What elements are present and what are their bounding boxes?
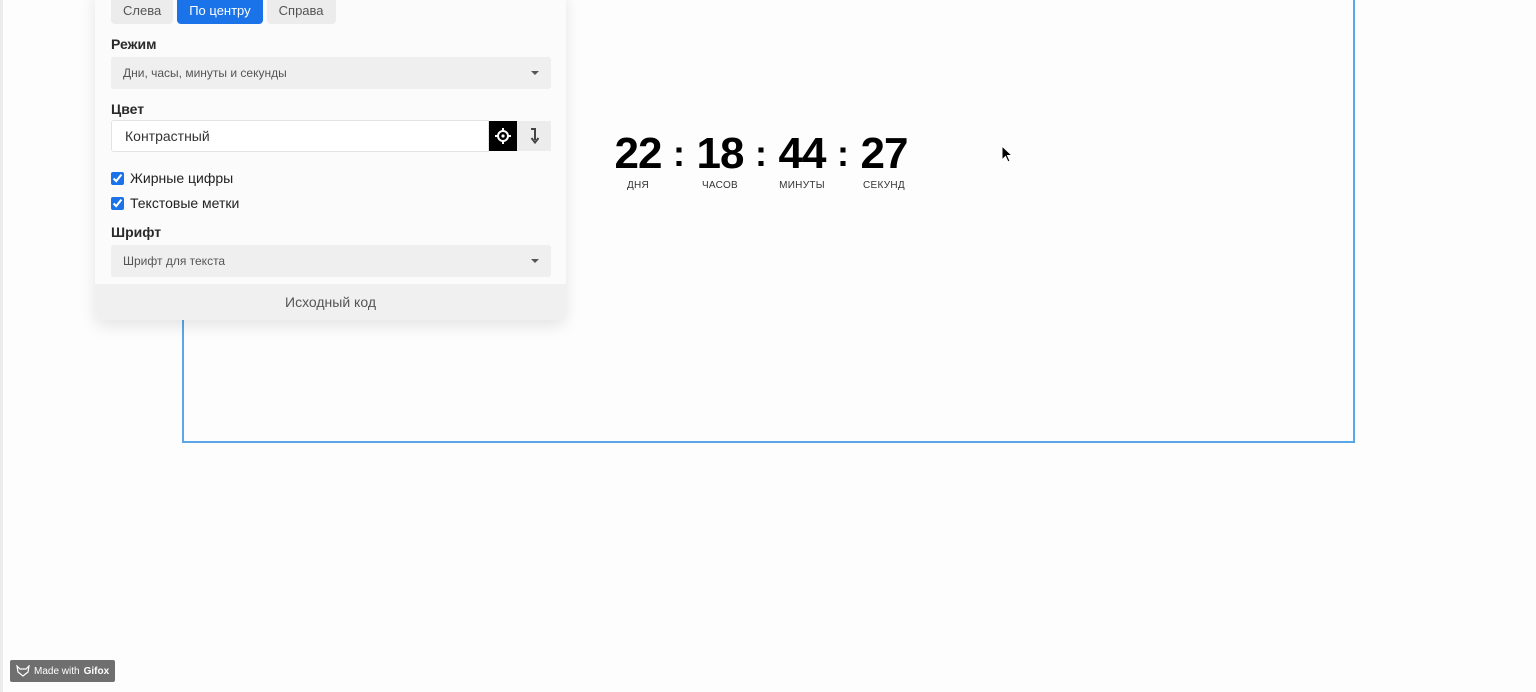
alignment-segmented-control: Слева По центру Справа — [111, 0, 336, 24]
timer-days: 22 ДНЯ — [608, 128, 668, 191]
seconds-value: 27 — [860, 129, 909, 178]
fox-logo-icon — [16, 665, 30, 677]
days-value: 22 — [614, 129, 663, 178]
text-labels-checkbox-row[interactable]: Текстовые метки — [111, 195, 239, 211]
hours-label: ЧАСОВ — [701, 180, 739, 191]
page-left-edge — [0, 0, 3, 692]
watermark-prefix: Made with — [34, 665, 80, 677]
minutes-value: 44 — [778, 129, 827, 178]
bold-digits-checkbox[interactable] — [111, 171, 124, 185]
timer-separator: : — [837, 133, 849, 174]
minutes-label: МИНУТЫ — [779, 180, 825, 191]
align-left-button[interactable]: Слева — [111, 0, 174, 24]
chevron-down-icon — [531, 259, 539, 263]
days-label: ДНЯ — [626, 180, 650, 191]
hours-value: 18 — [696, 129, 745, 178]
source-code-button[interactable]: Исходный код — [95, 284, 566, 320]
timer-minutes: 44 МИНУТЫ — [772, 128, 832, 191]
timer-hours: 18 ЧАСОВ — [690, 128, 750, 191]
color-picker-button[interactable] — [489, 121, 517, 151]
mode-label: Режим — [111, 36, 157, 52]
crosshair-icon — [495, 128, 511, 144]
mode-select[interactable]: Дни, часы, минуты и секунды — [111, 57, 551, 89]
timer-separator: : — [673, 133, 685, 174]
bold-digits-label: Жирные цифры — [130, 170, 234, 186]
text-labels-checkbox[interactable] — [111, 196, 124, 210]
mode-select-value: Дни, часы, минуты и секунды — [123, 66, 287, 80]
watermark-brand: Gifox — [83, 665, 110, 677]
settings-panel: Слева По центру Справа Режим Дни, часы, … — [95, 0, 566, 320]
font-select-value: Шрифт для текста — [123, 254, 226, 268]
align-right-button[interactable]: Справа — [266, 0, 336, 24]
timer-separator: : — [755, 133, 767, 174]
align-center-button[interactable]: По центру — [177, 0, 263, 24]
mouse-cursor-icon — [1001, 145, 1013, 163]
chevron-down-icon — [531, 71, 539, 75]
color-dropdown-button[interactable] — [517, 121, 551, 151]
seconds-label: СЕКУНД — [863, 180, 905, 191]
font-select[interactable]: Шрифт для текста — [111, 245, 551, 277]
color-label: Цвет — [111, 101, 145, 117]
font-label: Шрифт — [111, 224, 162, 240]
bold-digits-checkbox-row[interactable]: Жирные цифры — [111, 170, 233, 186]
text-labels-label: Текстовые метки — [130, 195, 240, 211]
gifox-watermark: Made with Gifox — [10, 660, 115, 682]
arrow-down-icon — [530, 128, 539, 144]
color-field-value: Контрастный — [125, 128, 210, 144]
countdown-timer: 22 ДНЯ : 18 ЧАСОВ : 44 МИНУТЫ : 27 СЕКУН… — [608, 128, 914, 191]
timer-seconds: 27 СЕКУНД — [854, 128, 914, 191]
color-field[interactable]: Контрастный — [111, 120, 489, 152]
